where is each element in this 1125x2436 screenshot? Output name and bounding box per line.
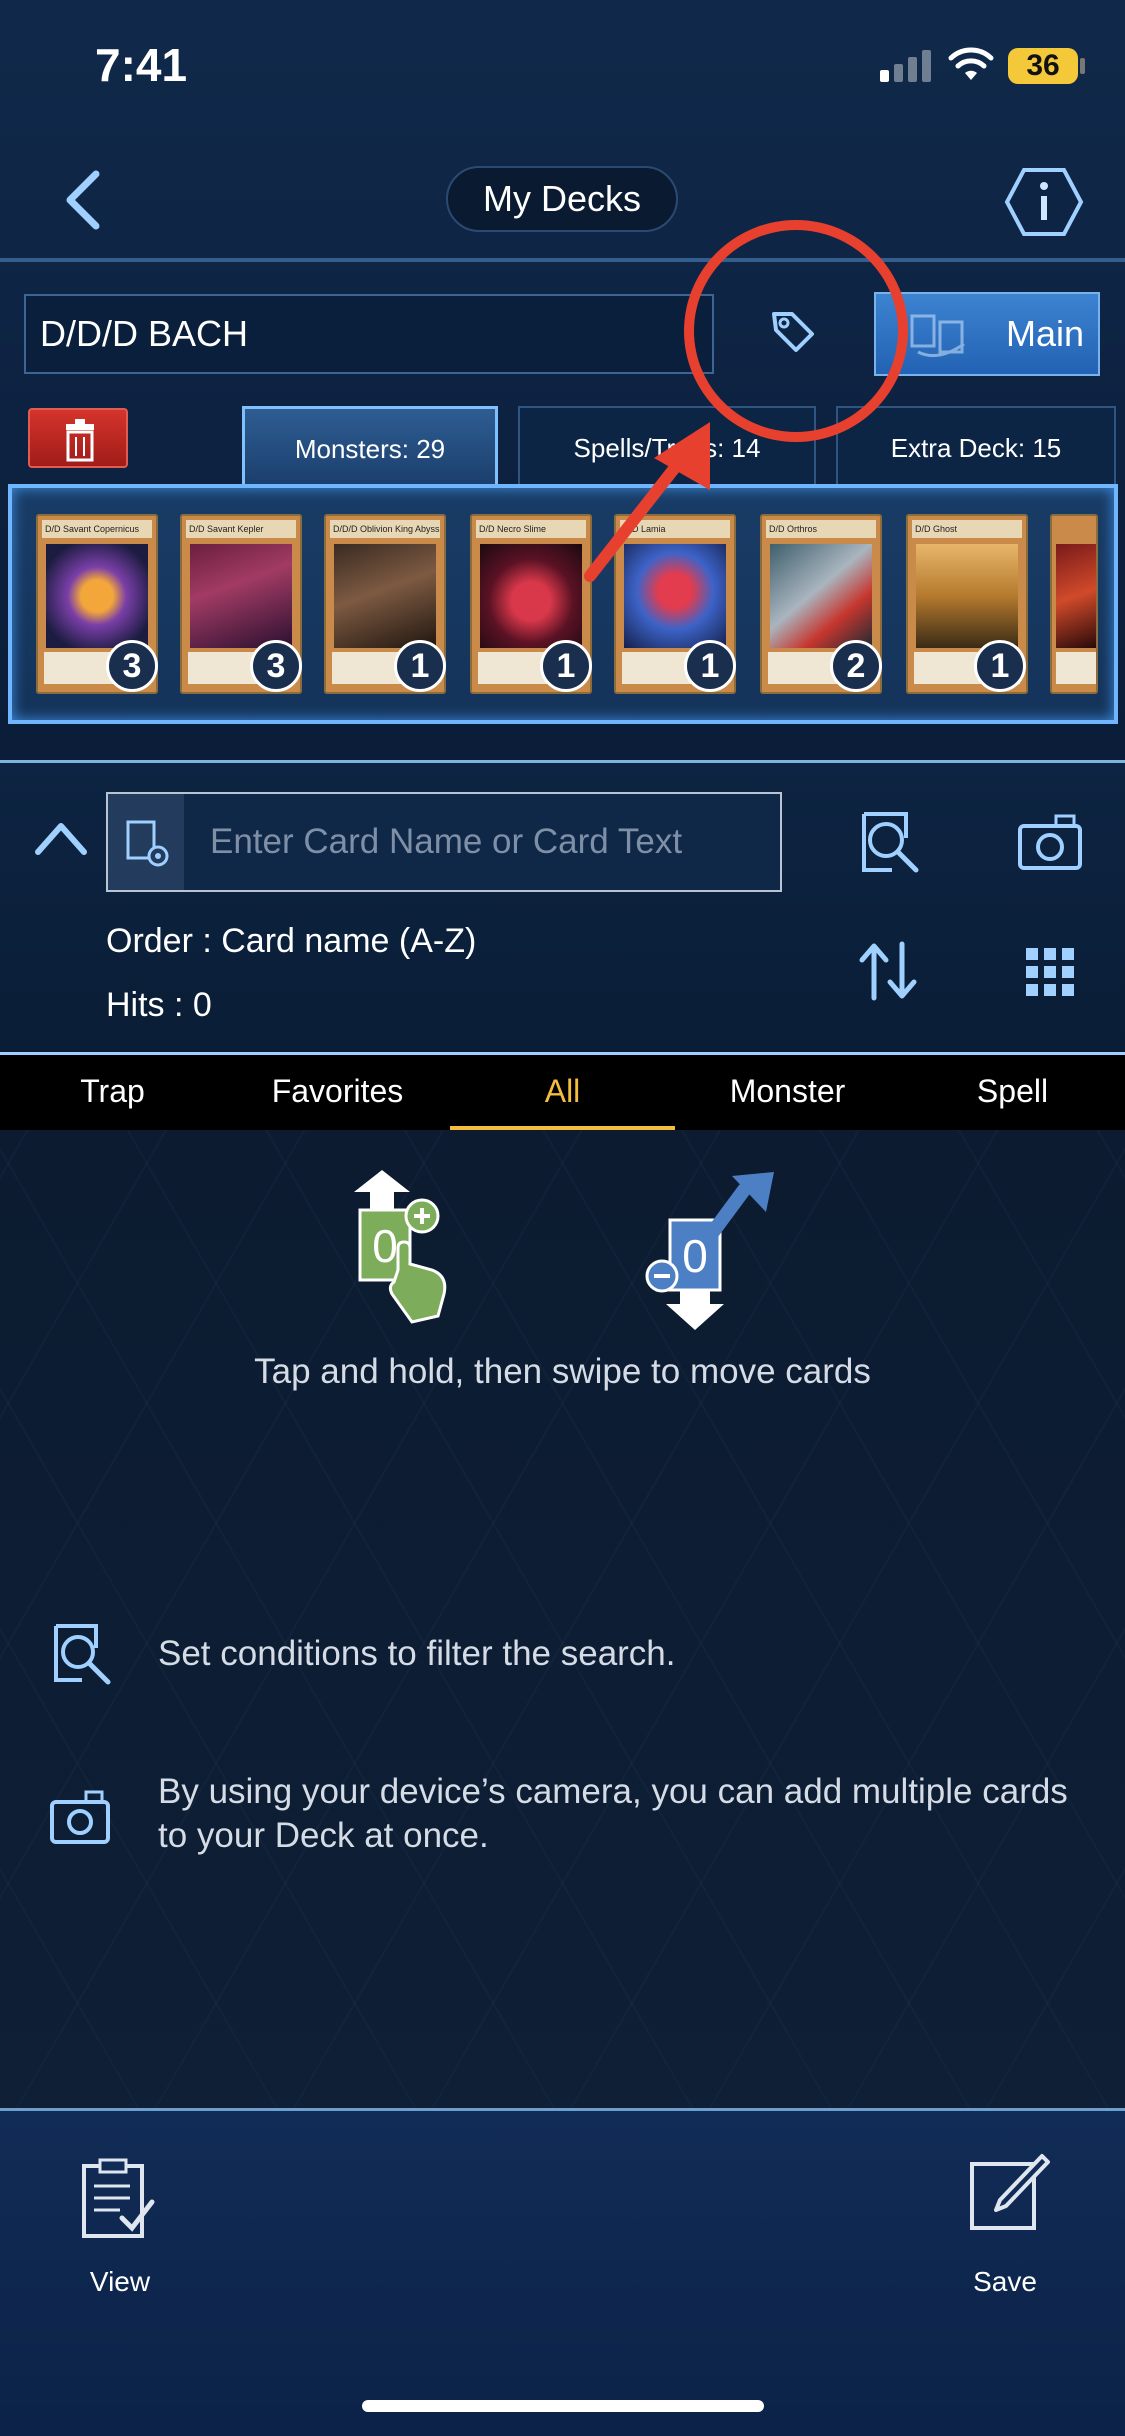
card-title: D/D/D Oblivion King Abyss Ragnarok [330,520,440,538]
search-settings-button[interactable] [108,794,184,890]
battery-tip [1080,58,1085,74]
sort-arrows-icon[interactable] [856,940,920,1002]
save-label[interactable]: Save [950,2266,1060,2298]
deck-name-field[interactable]: D/D/D BACH [24,294,714,374]
card-title: D/D Orthros [766,520,876,538]
card-count-badge: 2 [830,640,882,692]
tab-monsters[interactable]: Monsters: 29 [242,406,498,492]
filter-hint-text: Set conditions to filter the search. [158,1634,676,1673]
filter-tab-all[interactable]: All [450,1052,675,1130]
card-count-badge: 1 [540,640,592,692]
card-title: D/D Ghost [912,520,1022,538]
info-hexagon-icon[interactable] [1004,166,1084,238]
grid-view-icon[interactable] [1024,946,1076,998]
search-placeholder: Enter Card Name or Card Text [210,822,683,861]
save-edit-icon[interactable] [966,2150,1050,2234]
filter-tab-spell[interactable]: Spell [900,1052,1125,1130]
active-tab-underline [450,1126,675,1130]
card-art [46,544,148,648]
filter-tab-trap[interactable]: Trap [0,1052,225,1130]
card-art [916,544,1018,648]
filter-search-icon [54,1624,111,1685]
move-cards-hint: Tap and hold, then swipe to move cards [254,1352,871,1391]
deck-card-partial[interactable] [1050,514,1098,694]
annotation-arrow [584,422,710,582]
view-deck-list-icon[interactable] [80,2156,156,2240]
wifi-icon [948,47,994,80]
card-art [334,544,436,648]
content-background [0,1128,1125,2111]
collapse-chevron-up-icon[interactable] [34,818,88,858]
filter-search-icon[interactable] [858,808,922,876]
battery-indicator: 36 [1008,48,1078,84]
card-title: D/D Savant Copernicus [42,520,152,538]
add-card-gesture-icon: 0 [354,1170,447,1324]
card-art [1056,544,1096,648]
filter-tab-monster[interactable]: Monster [675,1052,900,1130]
camera-hint-text: By using your device’s camera, you can a… [158,1772,1068,1855]
remove-card-gesture-icon: 0 [645,1172,774,1330]
camera-icon[interactable] [1016,812,1084,872]
view-label[interactable]: View [60,2266,180,2298]
card-art [770,544,872,648]
status-time: 7:41 [95,39,188,91]
camera-icon [50,1790,110,1844]
hits-count-label: Hits : 0 [106,986,212,1024]
card-count-badge: 3 [250,640,302,692]
page-title: My Decks [446,166,678,232]
card-settings-icon [126,820,169,867]
card-art [190,544,292,648]
card-count-badge: 3 [106,640,158,692]
sort-order-label: Order : Card name (A-Z) [106,922,477,960]
header-divider [0,258,1125,262]
card-count-badge: 1 [394,640,446,692]
home-indicator [362,2400,764,2412]
filter-tab-favorites[interactable]: Favorites [225,1052,450,1130]
card-text-box [1056,652,1096,684]
tab-extra-deck[interactable]: Extra Deck: 15 [836,406,1116,486]
delete-deck-button[interactable] [28,408,128,468]
card-count-badge: 1 [684,640,736,692]
card-title: D/D Savant Kepler [186,520,296,538]
card-count-badge: 1 [974,640,1026,692]
cellular-signal-icon [880,48,932,82]
swap-deck-icon [910,314,965,358]
svg-text:0: 0 [372,1220,398,1272]
back-chevron-icon[interactable] [58,168,108,232]
trash-icon [66,419,94,462]
